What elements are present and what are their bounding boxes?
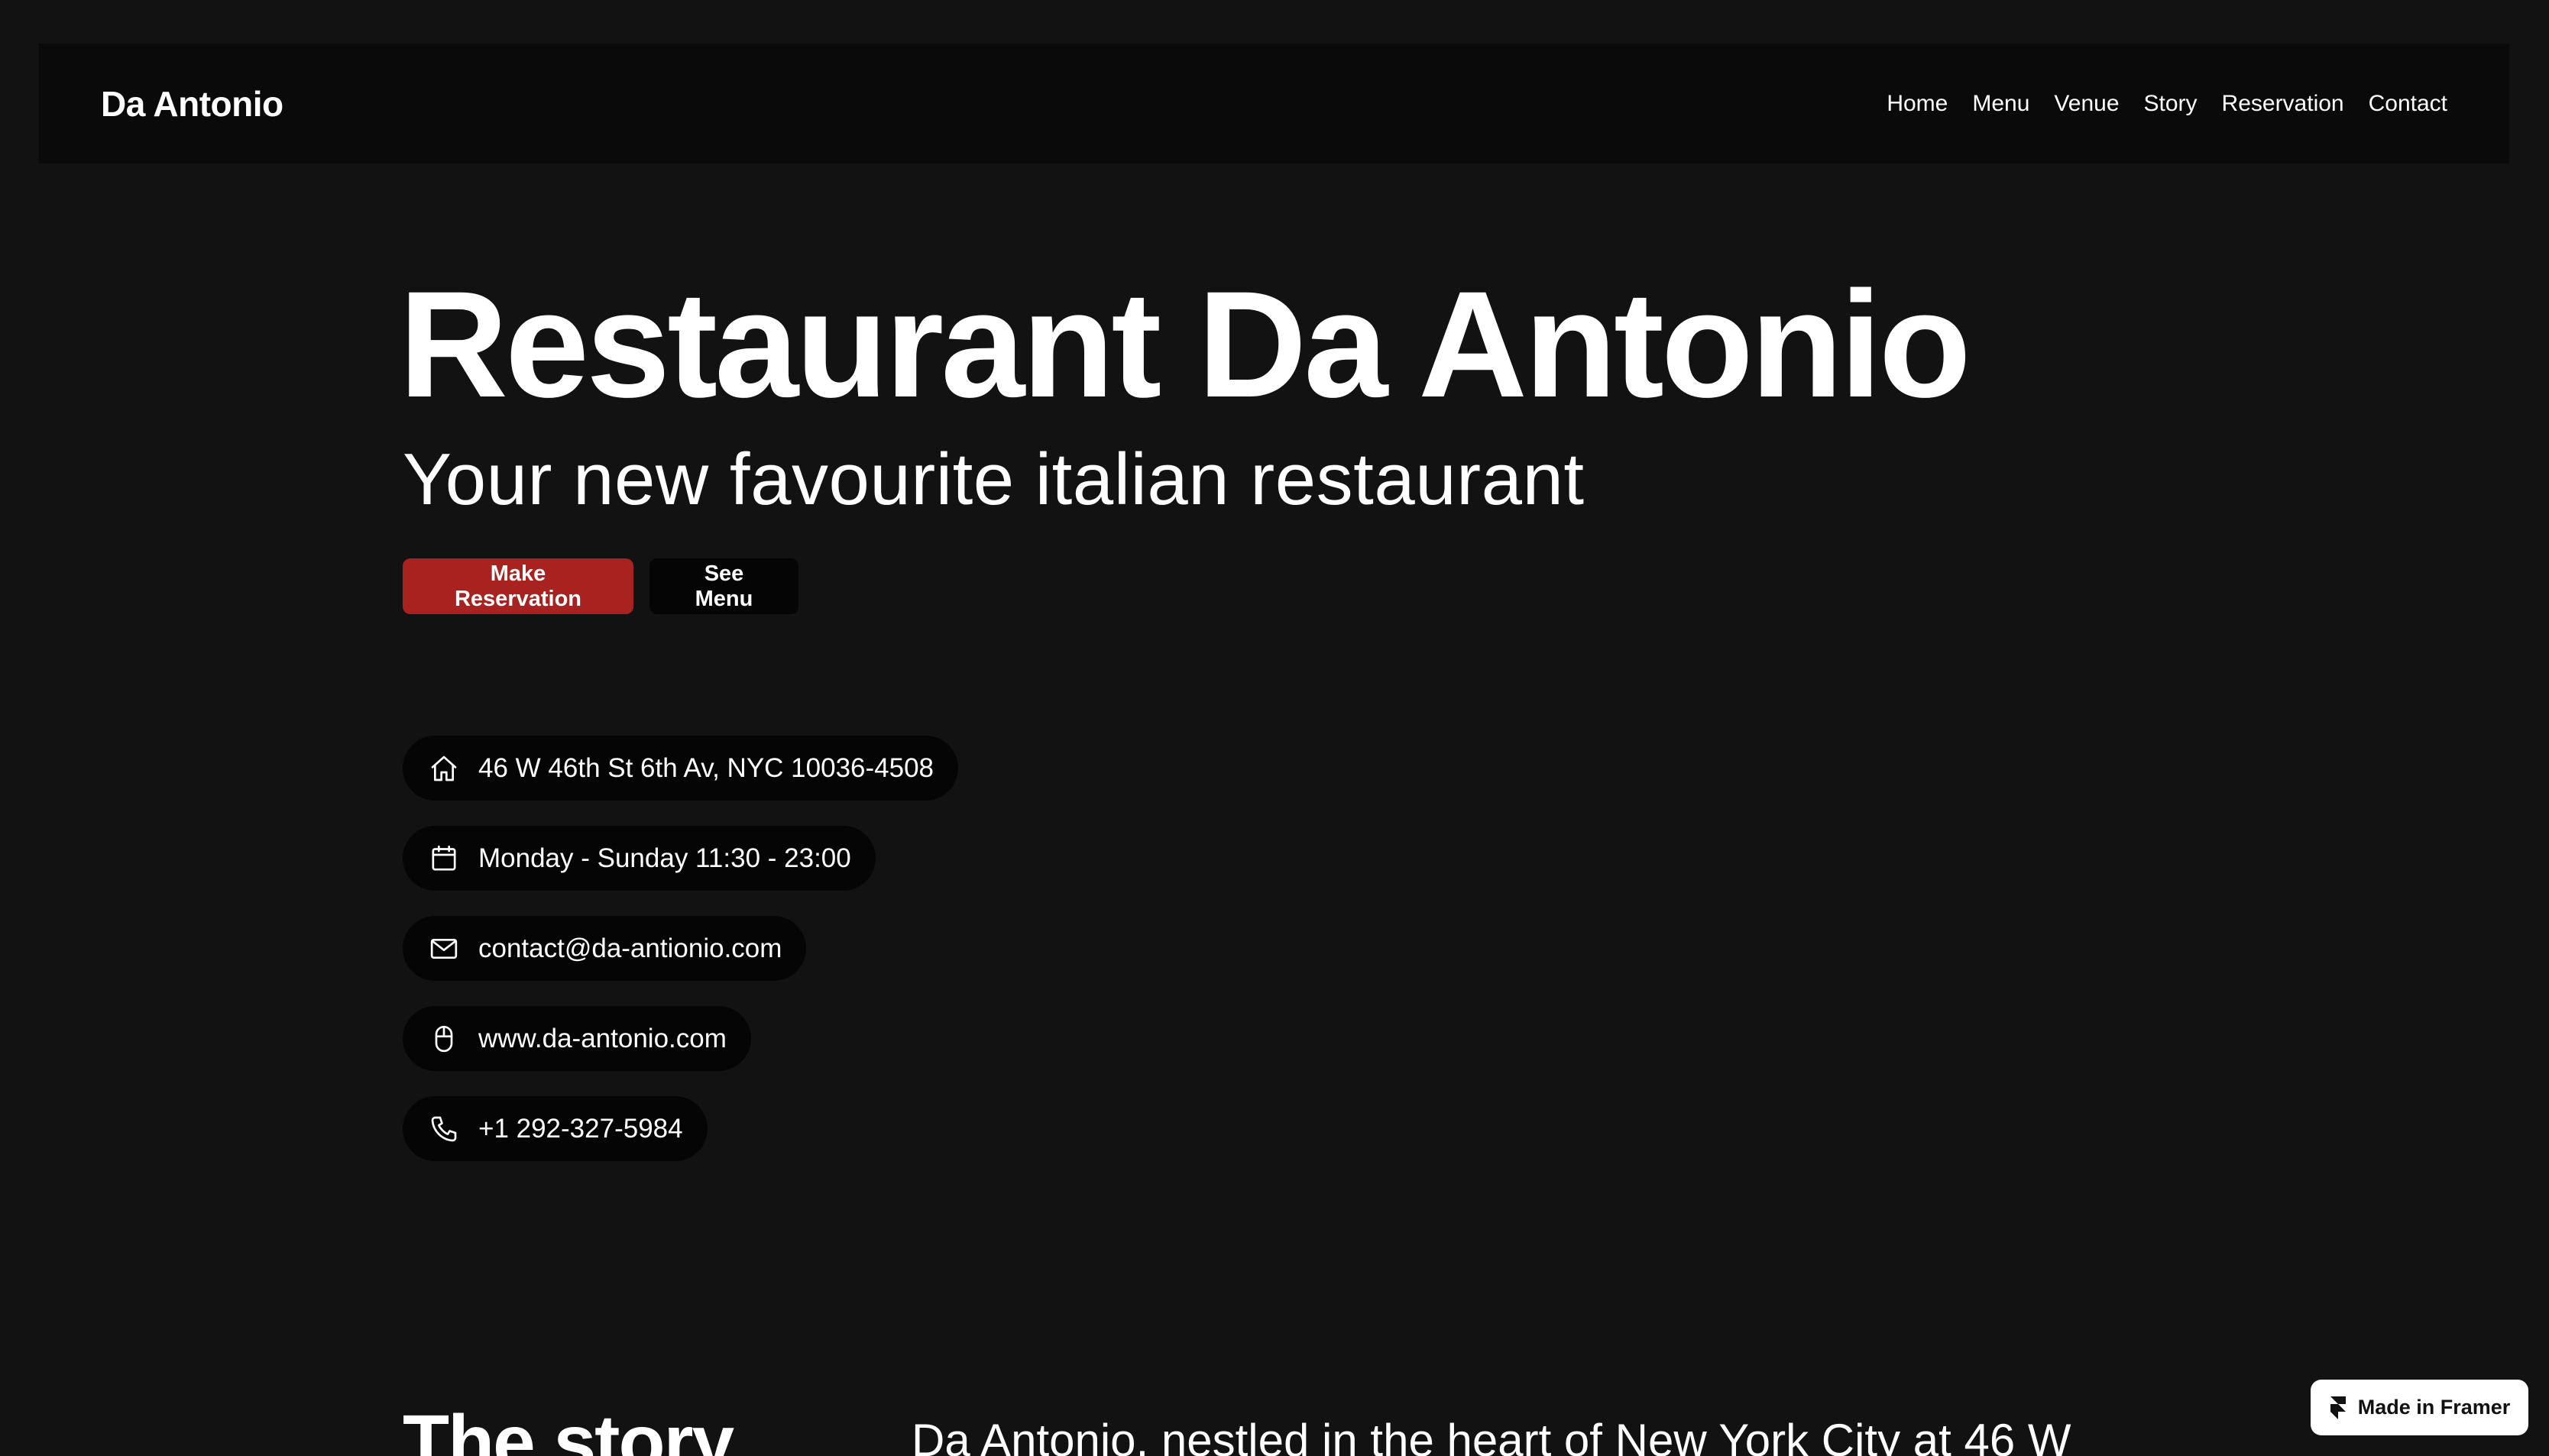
nav-link-home[interactable]: Home xyxy=(1887,91,1948,117)
story-text: Da Antonio, nestled in the heart of New … xyxy=(912,1415,2071,1456)
website-text[interactable]: www.da-antonio.com xyxy=(478,1024,727,1054)
phone-pill[interactable]: +1 292-327-5984 xyxy=(403,1096,708,1161)
cta-row: Make Reservation See Menu xyxy=(403,558,798,614)
hours-pill: Monday - Sunday 11:30 - 23:00 xyxy=(403,826,876,891)
nav-link-menu[interactable]: Menu xyxy=(1972,91,2029,117)
home-icon xyxy=(429,753,459,784)
email-pill[interactable]: contact@da-antionio.com xyxy=(403,916,807,981)
story-heading: The story xyxy=(403,1399,734,1456)
make-reservation-button[interactable]: Make Reservation xyxy=(403,558,633,614)
nav-link-venue[interactable]: Venue xyxy=(2054,91,2119,117)
phone-text[interactable]: +1 292-327-5984 xyxy=(478,1114,683,1144)
mouse-icon xyxy=(429,1024,459,1054)
hours-text: Monday - Sunday 11:30 - 23:00 xyxy=(478,843,851,873)
phone-icon xyxy=(429,1114,459,1144)
address-text: 46 W 46th St 6th Av, NYC 10036-4508 xyxy=(478,752,934,783)
navbar: Da Antonio Home Menu Venue Story Reserva… xyxy=(39,44,2509,163)
badge-label: Made in Framer xyxy=(2357,1396,2511,1419)
website-pill[interactable]: www.da-antonio.com xyxy=(403,1006,751,1071)
calendar-icon xyxy=(429,843,459,874)
mail-icon xyxy=(429,933,459,964)
framer-icon xyxy=(2330,1396,2346,1419)
brand-logo[interactable]: Da Antonio xyxy=(101,83,283,125)
made-in-framer-badge[interactable]: Made in Framer xyxy=(2311,1380,2528,1435)
nav-links: Home Menu Venue Story Reservation Contac… xyxy=(1887,91,2447,117)
nav-link-story[interactable]: Story xyxy=(2144,91,2198,117)
email-text[interactable]: contact@da-antionio.com xyxy=(478,933,782,964)
see-menu-button[interactable]: See Menu xyxy=(649,558,798,614)
nav-link-reservation[interactable]: Reservation xyxy=(2222,91,2344,117)
address-pill: 46 W 46th St 6th Av, NYC 10036-4508 xyxy=(403,736,959,801)
hero-subtitle: Your new favourite italian restaurant xyxy=(403,438,1585,520)
contact-info-list: 46 W 46th St 6th Av, NYC 10036-4508 Mond… xyxy=(403,736,959,1161)
hero-title: Restaurant Da Antonio xyxy=(399,260,1971,429)
nav-link-contact[interactable]: Contact xyxy=(2369,91,2447,117)
